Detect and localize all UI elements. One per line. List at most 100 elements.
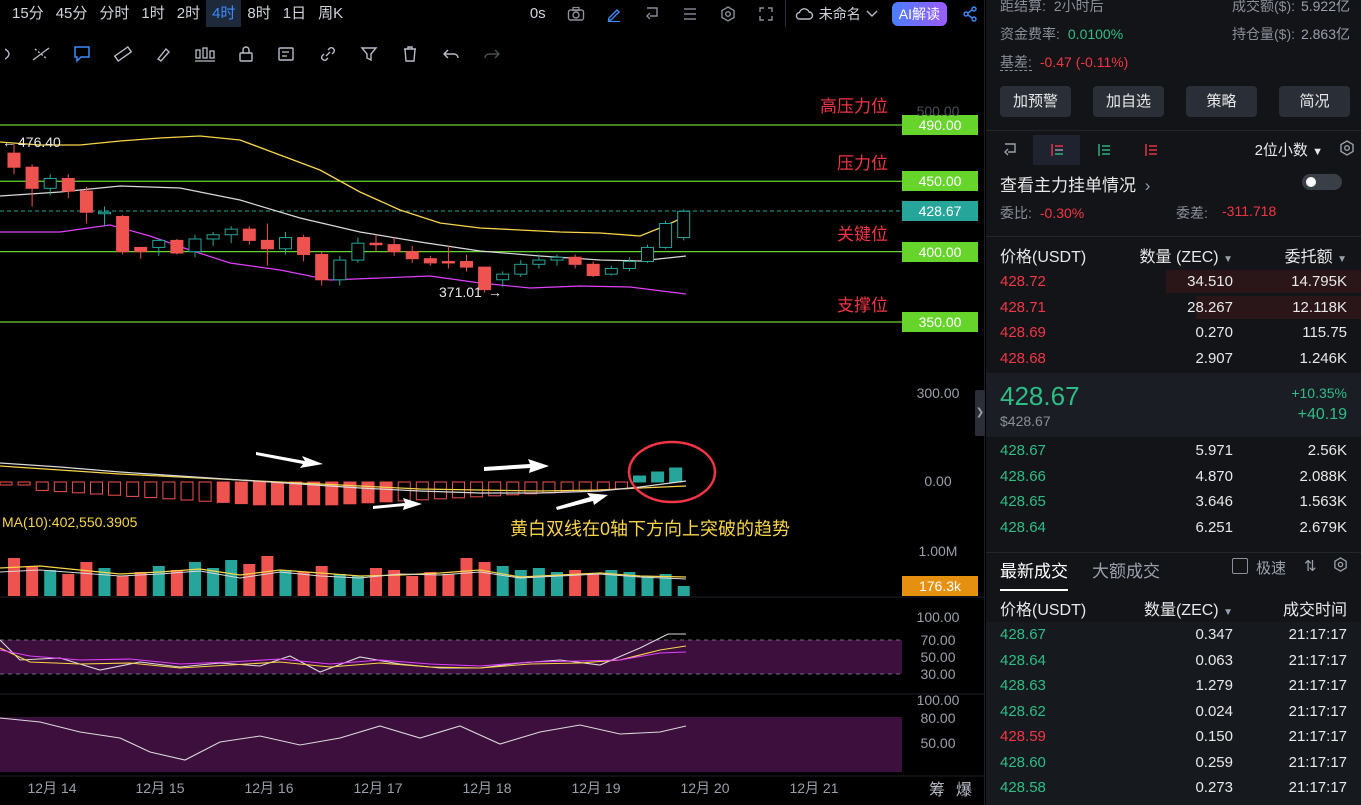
diff-label: 委差: (1176, 205, 1208, 221)
time-label: 12月 16 (244, 780, 293, 796)
time-label: 12月 18 (462, 780, 511, 796)
current-price-tag-text: 428.67 (919, 203, 962, 219)
candle-body (333, 259, 347, 281)
decimal-selector[interactable]: 2位小数 ▼ (1255, 139, 1323, 160)
high-marker: 476.40 (18, 134, 61, 150)
ask-row[interactable]: 428.71 28.267 12.118K (986, 295, 1361, 320)
volume-bar (279, 570, 292, 596)
macd-bar (289, 481, 303, 506)
time-label: 12月 14 (27, 780, 76, 796)
axis-label-kdj-100: 100.00 (917, 692, 960, 708)
kdj-pane-band (0, 717, 902, 772)
main-orders-link[interactable]: 查看主力挂单情况 › (1000, 171, 1350, 195)
tab-large-trades[interactable]: 大额成交 (1092, 557, 1160, 582)
strategy-button[interactable]: 策略 (1186, 86, 1257, 117)
orderbook-asks-icon[interactable] (1127, 135, 1174, 165)
macd-bar (397, 481, 411, 502)
macd-bar (0, 481, 13, 486)
panel-collapse-handle[interactable]: ❯ (975, 390, 985, 436)
macd-bar (71, 481, 85, 494)
candle-body (423, 258, 437, 264)
time-label: 12月 20 (680, 780, 729, 796)
level-label-high-resistance: 高压力位 (820, 97, 888, 116)
trades-header-time: 成交时间 (1282, 602, 1347, 619)
candle-body (496, 273, 510, 281)
ask-price: 428.72 (1000, 273, 1046, 290)
trades-header: 价格(USDT) 数量(ZEC) ▼ 成交时间 (986, 590, 1361, 620)
settle-value: 2小时后 (1053, 0, 1104, 14)
axis-label-1m: 1.00M (919, 543, 958, 559)
add-watchlist-button[interactable]: 加自选 (1093, 86, 1164, 117)
macd-bar (180, 481, 194, 501)
axis-label-zero: 0.00 (924, 473, 951, 489)
macd-bar (53, 481, 67, 493)
main-orders-label: 查看主力挂单情况 (1000, 176, 1136, 195)
macd-bar (651, 471, 665, 483)
add-alert-button[interactable]: 加预警 (1000, 86, 1071, 117)
candle-body (116, 215, 130, 253)
trades-settings-icon[interactable] (1333, 557, 1348, 576)
macd-bar (216, 481, 230, 503)
level-label-key: 关键位 (837, 225, 888, 244)
orderbook-reset-icon[interactable] (986, 135, 1033, 165)
candle-body (315, 253, 329, 281)
candle-body (134, 246, 148, 253)
trade-time: 21:17:17 (1288, 626, 1347, 643)
trade-row: 428.64 0.063 21:17:17 (986, 648, 1361, 673)
ask-row[interactable]: 428.72 34.510 14.795K (986, 269, 1361, 294)
sort-icon[interactable]: ⇅ (1304, 557, 1317, 575)
trades-header-price: 价格(USDT) (1000, 602, 1087, 619)
volume-ma-label: MA(10):402,550.3905 (2, 514, 138, 530)
main-orders-toggle[interactable] (1302, 174, 1342, 190)
candle-body (604, 268, 618, 275)
bid-total: 2.679K (1299, 518, 1347, 536)
candle-body (224, 228, 238, 236)
bid-row[interactable]: 428.66 4.870 2.088K (986, 464, 1361, 489)
trades-header-qty[interactable]: 数量(ZEC) ▼ (1144, 596, 1233, 620)
ratio-label: 委比: (1000, 205, 1032, 221)
chips-button[interactable]: 筹 (929, 781, 945, 799)
macd-bar (669, 467, 683, 483)
decimal-label: 2位小数 (1254, 142, 1308, 159)
bid-row[interactable]: 428.65 3.646 1.563K (986, 489, 1361, 514)
ob-header-qty[interactable]: 数量 (ZEC) ▼ (1140, 243, 1233, 267)
fast-mode-checkbox[interactable] (1232, 558, 1248, 574)
trade-price: 428.62 (1000, 702, 1046, 720)
orderbook-both-icon[interactable] (1033, 134, 1080, 165)
candle-body (351, 242, 365, 261)
annotation-arrow (484, 459, 549, 473)
candle-body (7, 152, 21, 168)
volume-tag-text: 176.3k (919, 578, 962, 594)
liquidation-button[interactable]: 爆 (956, 780, 972, 799)
turnover-value: 5.922亿 (1300, 0, 1350, 14)
bid-row[interactable]: 428.64 6.251 2.679K (986, 515, 1361, 540)
chart-panel[interactable]: 15分 45分 分时 1时 2时 4时 8时 1日 周K 0s 未命名 AI解读… (0, 0, 985, 805)
level-label-support: 支撑位 (837, 296, 888, 315)
candle-body (460, 260, 473, 268)
volume-bar (641, 576, 654, 596)
ratio-value: -0.30% (1039, 205, 1085, 221)
trade-row: 428.62 0.024 21:17:17 (986, 699, 1361, 724)
tab-latest-trades[interactable]: 最新成交 (1000, 557, 1068, 591)
macd-bar (252, 481, 266, 506)
ma-pink-line (0, 224, 687, 295)
ask-row[interactable]: 428.68 2.907 1.246K (986, 346, 1361, 371)
diff-value: -311.718 (1222, 203, 1277, 219)
caret-down-icon: ▼ (1223, 254, 1233, 265)
mid-price-usd: $428.67 (1000, 413, 1051, 429)
candlestick-chart[interactable]: ← 476.40 371.01 → 高压力位 压力位 关键位 支撑位 490.0… (0, 0, 985, 805)
ob-header-total[interactable]: 委托额 ▼ (1285, 243, 1347, 267)
candle-body (206, 234, 220, 240)
open-interest-value: 2.863亿 (1300, 26, 1350, 42)
orderbook-settings-icon[interactable] (1339, 139, 1355, 160)
mid-change: +40.19 (1297, 406, 1347, 423)
candle-body (659, 223, 673, 248)
macd-bar (144, 481, 158, 499)
ask-row[interactable]: 428.69 0.270 115.75 (986, 320, 1361, 345)
bid-row[interactable]: 428.67 5.971 2.56K (986, 438, 1361, 463)
overview-button[interactable]: 简况 (1279, 86, 1350, 117)
orderbook-bids-icon[interactable] (1080, 135, 1127, 165)
trade-time: 21:17:17 (1288, 651, 1347, 669)
time-label: 12月 19 (571, 780, 620, 796)
macd-bar (162, 481, 176, 500)
